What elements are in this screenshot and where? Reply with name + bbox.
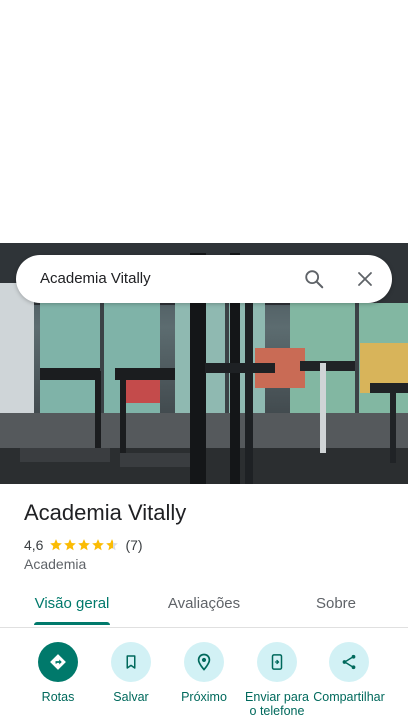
tab-reviews[interactable]: Avaliações [156,587,252,625]
close-icon[interactable] [349,263,381,295]
directions-icon [38,642,78,682]
tab-overview[interactable]: Visão geral [24,587,120,625]
place-title: Academia Vitally [24,500,187,525]
review-count: (7) [125,537,143,553]
save-button[interactable]: Salvar [95,642,167,704]
star-icon [64,539,77,551]
star-icon [92,539,105,551]
search-bar[interactable]: Academia Vitally [16,255,392,303]
tab-label: Visão geral [34,595,110,612]
active-tab-indicator [34,622,110,625]
map-blank-area [0,0,408,243]
nearby-icon [184,642,224,682]
share-label: Compartilhar [313,690,385,704]
rating-row[interactable]: 4,6 (7) [24,536,143,554]
action-bar: Rotas Salvar Próximo Enviar para o telef… [0,640,408,726]
tab-label: Avaliações [167,595,241,612]
directions-label: Rotas [41,690,75,704]
tab-label: Sobre [315,595,357,612]
save-label: Salvar [113,690,149,704]
nearby-label: Próximo [181,690,227,704]
send-to-phone-label: Enviar para o telefone [245,690,309,718]
nearby-button[interactable]: Próximo [168,642,240,704]
search-icon[interactable] [298,263,330,295]
half-star-icon [106,539,119,551]
tab-about[interactable]: Sobre [296,587,376,625]
place-tabs: Visão geral Avaliações Sobre [0,587,408,628]
star-icon [50,539,63,551]
send-to-phone-icon [257,642,297,682]
star-rating [49,538,119,552]
star-icon [78,539,91,551]
directions-button[interactable]: Rotas [22,642,94,704]
share-button[interactable]: Compartilhar [313,642,385,704]
bookmark-icon [111,642,151,682]
search-query[interactable]: Academia Vitally [40,255,151,303]
send-to-phone-button[interactable]: Enviar para o telefone [241,642,313,718]
place-category: Academia [24,556,87,572]
share-icon [329,642,369,682]
rating-value: 4,6 [24,537,44,553]
